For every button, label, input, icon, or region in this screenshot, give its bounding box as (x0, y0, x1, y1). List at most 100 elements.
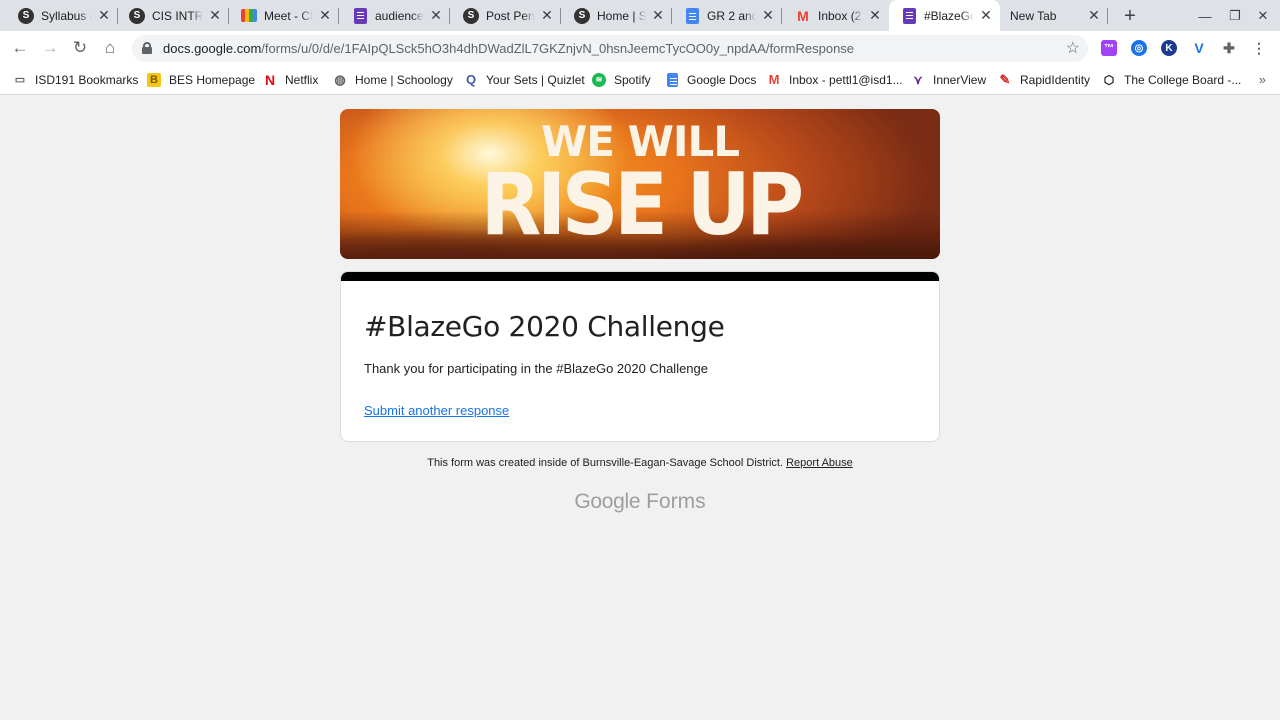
bookmark-label: InnerView (933, 72, 987, 87)
close-icon[interactable]: ✕ (760, 7, 776, 24)
tab-syllabus[interactable]: S Syllabus 4 ✕ (0, 0, 118, 31)
bes-icon: B (147, 72, 161, 87)
card-top-accent (341, 272, 939, 281)
bookmark-schoology[interactable]: ◍ Home | Schoology (333, 71, 453, 88)
bookmark-spotify[interactable]: ≋ Spotify (592, 71, 651, 88)
report-abuse-link[interactable]: Report Abuse (786, 457, 853, 469)
extension-puzzle-tm-icon[interactable]: ™ (1101, 40, 1117, 56)
tab-title: Home | Sc (597, 8, 646, 23)
bookmark-netflix[interactable]: N Netflix (263, 71, 318, 88)
tab-inbox[interactable]: M Inbox (2,1 ✕ (777, 0, 889, 31)
tab-title: GR 2 and (707, 8, 756, 23)
google-forms-logo[interactable]: Google Forms (340, 490, 940, 514)
minimize-icon[interactable]: — (1195, 6, 1215, 26)
schoology-icon: S (129, 7, 145, 24)
bookmark-bes-homepage[interactable]: B BES Homepage (147, 71, 255, 88)
tab-new-tab[interactable]: New Tab ✕ (1000, 0, 1108, 31)
address-bar[interactable]: docs.google.com/forms/u/0/d/e/1FAIpQLSck… (132, 35, 1088, 62)
bookmark-label: Inbox - pettl1@isd1... (789, 72, 903, 87)
back-icon[interactable]: ← (9, 37, 31, 59)
tab-title: Syllabus 4 (41, 8, 92, 23)
close-window-icon[interactable]: ✕ (1253, 6, 1273, 26)
home-icon[interactable]: ⌂ (99, 37, 121, 59)
bookmark-label: Spotify (614, 72, 651, 87)
close-icon[interactable]: ✕ (539, 7, 555, 24)
rapididentity-icon: ✎ (999, 71, 1011, 87)
tab-audience[interactable]: audience ✕ (334, 0, 450, 31)
tab-gr2[interactable]: GR 2 and ✕ (666, 0, 782, 31)
close-icon[interactable]: ✕ (867, 7, 883, 24)
extension-shield-icon[interactable]: ◎ (1131, 40, 1147, 56)
bookmarks-bar: ▭ ISD191 Bookmarks B BES Homepage N Netf… (0, 64, 1280, 95)
form-header-banner: WE WILL RISE UP (340, 109, 940, 259)
bookmark-label: RapidIdentity (1020, 72, 1091, 87)
schoology-icon: S (574, 7, 590, 24)
banner-text-line2: RISE UP (480, 155, 805, 255)
spotify-icon: ≋ (592, 72, 606, 87)
bookmark-star-icon[interactable]: ☆ (1066, 38, 1080, 58)
schoology-icon: S (463, 7, 479, 24)
bookmark-label: Home | Schoology (355, 72, 453, 87)
collegeboard-icon: ⬡ (1103, 72, 1115, 87)
bookmark-label: Your Sets | Quizlet (486, 72, 585, 87)
form-confirmation-card: #BlazeGo 2020 Challenge Thank you for pa… (340, 271, 940, 442)
close-icon[interactable]: ✕ (207, 7, 223, 24)
reload-icon[interactable]: ↻ (69, 37, 91, 59)
logo-google-text: Google (574, 490, 641, 513)
logo-forms-text: Forms (646, 490, 706, 513)
bookmark-rapididentity[interactable]: ✎ RapidIdentity (998, 71, 1091, 88)
tab-title: CIS INTRO (152, 8, 203, 23)
google-docs-icon (665, 72, 679, 87)
confirmation-message: Thank you for participating in the #Blaz… (364, 361, 708, 376)
close-icon[interactable]: ✕ (317, 7, 333, 24)
tab-cis-intro[interactable]: S CIS INTRO ✕ (113, 0, 229, 31)
form-footer-note: This form was created inside of Burnsvil… (340, 457, 940, 469)
tab-home-schoology[interactable]: S Home | Sc ✕ (556, 0, 672, 31)
bookmark-college-board[interactable]: ⬡ The College Board -... (1102, 71, 1242, 88)
forward-icon[interactable]: → (39, 37, 61, 59)
tab-blazego[interactable]: #BlazeGo ✕ (889, 0, 1000, 31)
tab-post-pers[interactable]: S Post Pers ✕ (445, 0, 561, 31)
google-forms-icon (352, 7, 368, 24)
tab-title: New Tab (1010, 8, 1057, 23)
restore-icon[interactable]: ❐ (1225, 6, 1245, 26)
browser-toolbar: ← → ↻ ⌂ docs.google.com/forms/u/0/d/e/1F… (0, 31, 1280, 64)
tab-title: audience (375, 8, 424, 23)
globe-icon: ◍ (334, 71, 346, 87)
menu-kebab-icon[interactable]: ⋮ (1251, 40, 1267, 56)
bookmark-gmail-inbox[interactable]: M Inbox - pettl1@isd1... (767, 71, 903, 88)
bookmark-google-docs[interactable]: Google Docs (665, 71, 756, 88)
gmail-icon: M (797, 7, 809, 24)
more-bookmarks-icon[interactable]: » (1259, 72, 1266, 87)
google-meet-icon (241, 8, 257, 24)
bookmark-innerview[interactable]: ⋎ InnerView (911, 71, 987, 88)
extension-k-icon[interactable]: K (1161, 40, 1177, 56)
tab-title: Inbox (2,1 (818, 8, 863, 23)
bookmark-isd191[interactable]: ▭ ISD191 Bookmarks (13, 71, 139, 88)
bookmark-label: Netflix (285, 72, 319, 87)
form-title: #BlazeGo 2020 Challenge (364, 310, 725, 343)
new-tab-button[interactable]: + (1119, 5, 1141, 27)
google-forms-icon (901, 7, 917, 24)
extension-v-icon[interactable]: V (1191, 40, 1207, 56)
quizlet-icon: Q (465, 72, 477, 87)
bookmark-label: Google Docs (687, 72, 757, 87)
submit-another-response-link[interactable]: Submit another response (364, 403, 509, 418)
extensions-puzzle-icon[interactable]: ✚ (1221, 40, 1237, 56)
tab-strip: S Syllabus 4 ✕ S CIS INTRO ✕ Meet - CIS … (0, 0, 1280, 31)
netflix-icon: N (264, 71, 276, 88)
close-icon[interactable]: ✕ (650, 7, 666, 24)
bookmark-label: BES Homepage (169, 72, 256, 87)
close-icon[interactable]: ✕ (978, 7, 994, 24)
close-icon[interactable]: ✕ (428, 7, 444, 24)
tab-title: #BlazeGo (924, 8, 974, 23)
bookmark-quizlet[interactable]: Q Your Sets | Quizlet (464, 71, 585, 88)
tab-separator (1107, 8, 1108, 24)
innerview-icon: ⋎ (913, 72, 923, 87)
gmail-icon: M (768, 72, 780, 87)
tab-title: Meet - CIS (264, 8, 313, 23)
tab-meet[interactable]: Meet - CIS ✕ (223, 0, 339, 31)
close-icon[interactable]: ✕ (1086, 7, 1102, 24)
close-icon[interactable]: ✕ (96, 7, 112, 24)
folder-icon: ▭ (14, 74, 26, 86)
